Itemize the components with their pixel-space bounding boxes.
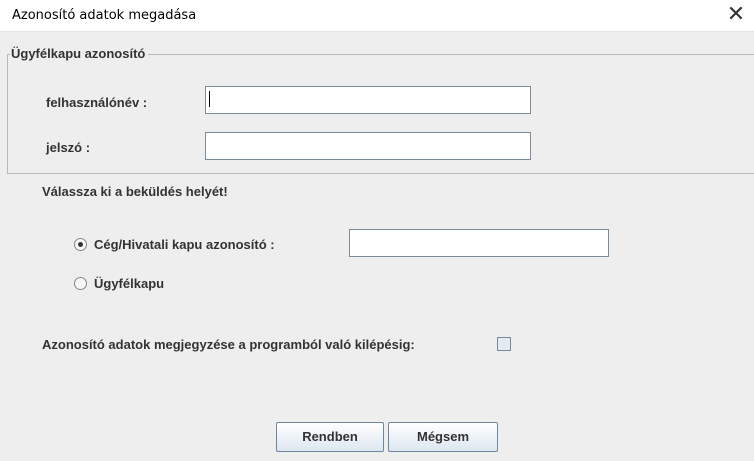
radio-company-gateway[interactable] bbox=[74, 238, 87, 251]
company-id-input[interactable] bbox=[349, 229, 609, 257]
radio-company-gateway-label[interactable]: Cég/Hivatali kapu azonosító : bbox=[94, 237, 275, 252]
window-title: Azonosító adatok megadása bbox=[12, 8, 197, 23]
remember-checkbox[interactable] bbox=[497, 337, 511, 351]
credentials-group-title: Ügyfélkapu azonosító bbox=[10, 46, 149, 61]
remember-label: Azonosító adatok megjegyzése a programbó… bbox=[42, 337, 415, 352]
username-label: felhasználónév : bbox=[46, 95, 148, 110]
radio-selected-dot bbox=[78, 242, 83, 247]
password-input[interactable] bbox=[205, 132, 531, 160]
radio-client-gateway[interactable] bbox=[74, 277, 87, 290]
title-bar: Azonosító adatok megadása ✕ bbox=[0, 0, 754, 32]
ok-button[interactable]: Rendben bbox=[276, 422, 384, 452]
text-caret bbox=[209, 91, 210, 107]
close-icon[interactable]: ✕ bbox=[724, 3, 748, 27]
radio-client-gateway-label[interactable]: Ügyfélkapu bbox=[94, 276, 164, 291]
cancel-button[interactable]: Mégsem bbox=[388, 422, 498, 452]
username-input[interactable] bbox=[205, 86, 531, 114]
password-label: jelszó : bbox=[46, 140, 91, 155]
destination-prompt: Válassza ki a beküldés helyét! bbox=[42, 184, 228, 199]
